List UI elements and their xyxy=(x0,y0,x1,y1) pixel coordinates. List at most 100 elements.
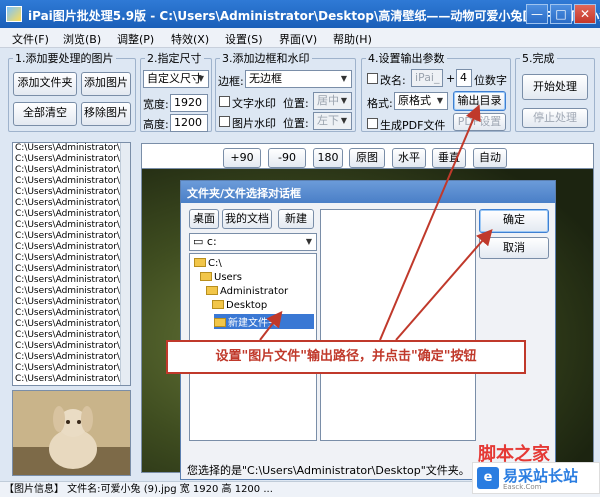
format-select[interactable]: 原格式 ▼ xyxy=(394,92,448,110)
size-mode-select[interactable]: 自定义尺寸 ▼ xyxy=(143,70,209,88)
rename-checkbox[interactable] xyxy=(367,73,378,84)
file-list-item[interactable]: C:\Users\Administrator\D xyxy=(13,253,130,264)
instruction-callout: 设置"图片文件"输出路径，并点击"确定"按钮 xyxy=(166,340,526,374)
rename-prefix-input[interactable]: iPai_ xyxy=(411,69,443,87)
rabbit-thumbnail xyxy=(13,391,130,475)
digits-input[interactable]: 4 xyxy=(456,69,472,87)
menu-view[interactable]: 界面(V) xyxy=(279,31,317,47)
tree-node-administrator[interactable]: Administrator xyxy=(206,286,288,297)
file-list-item[interactable]: C:\Users\Administrator\D xyxy=(13,352,130,363)
border-value: 无边框 xyxy=(249,72,282,85)
menu-browse[interactable]: 浏览(B) xyxy=(63,31,101,47)
file-list-item[interactable]: C:\Users\Administrator\D xyxy=(13,154,130,165)
tree-node-drive[interactable]: C:\ xyxy=(194,258,222,269)
file-list-item[interactable]: C:\Users\Administrator\D xyxy=(13,187,130,198)
menu-help[interactable]: 帮助(H) xyxy=(333,31,372,47)
auto-button[interactable]: 自动 xyxy=(473,148,507,168)
file-list-item[interactable]: C:\Users\Administrator\D xyxy=(13,286,130,297)
start-button[interactable]: 开始处理 xyxy=(522,74,588,100)
make-pdf-checkbox[interactable] xyxy=(367,118,378,129)
file-list-item[interactable]: C:\Users\Administrator\D xyxy=(13,330,130,341)
file-list-item[interactable]: C:\Users\Administrator\D xyxy=(13,242,130,253)
chevron-down-icon: ▼ xyxy=(340,74,348,83)
add-image-button[interactable]: 添加图片 xyxy=(81,72,131,96)
text-position-value: 居中 xyxy=(317,94,339,107)
file-list-item[interactable]: C:\Users\Administrator\D xyxy=(13,264,130,275)
file-list-item[interactable]: C:\Users\Administrator\D xyxy=(13,275,130,286)
folder-select-dialog: 文件夹/文件选择对话框 桌面 我的文档 新建 ▭ c: ▼ C:\ Users … xyxy=(180,180,556,480)
output-dir-button[interactable]: 输出目录 xyxy=(453,91,506,111)
menu-settings[interactable]: 设置(S) xyxy=(225,31,263,47)
chevron-down-icon: ▼ xyxy=(340,96,348,105)
file-list-item[interactable]: C:\Users\Administrator\D xyxy=(13,374,130,385)
width-input[interactable]: 1920 xyxy=(170,94,208,112)
add-folder-button[interactable]: 添加文件夹 xyxy=(13,72,77,96)
border-select[interactable]: 无边框 ▼ xyxy=(245,70,352,88)
menu-file[interactable]: 文件(F) xyxy=(12,31,49,47)
flip-horizontal-button[interactable]: 水平 xyxy=(392,148,426,168)
tree-node-users[interactable]: Users xyxy=(200,272,242,283)
file-list-item[interactable]: C:\Users\Administrator\D xyxy=(13,143,130,154)
file-list-item[interactable]: C:\Users\Administrator\D xyxy=(13,363,130,374)
file-list-item[interactable]: C:\Users\Administrator\D xyxy=(13,319,130,330)
file-list-item[interactable]: C:\Users\Administrator\D xyxy=(13,297,130,308)
border-label: 边框: xyxy=(218,75,244,88)
file-list-item[interactable]: C:\Users\Administrator\D xyxy=(13,308,130,319)
file-list-item[interactable]: C:\Users\Administrator\D xyxy=(13,165,130,176)
file-list-item[interactable]: C:\Users\Administrator\D xyxy=(13,220,130,231)
window-title: iPai图片批处理5.9版 - C:\Users\Administrator\D… xyxy=(28,9,600,23)
tree-node-desktop[interactable]: Desktop xyxy=(212,300,267,311)
text-position-select[interactable]: 居中 ▼ xyxy=(313,92,352,110)
close-button[interactable]: ✕ xyxy=(574,4,596,24)
menu-effects[interactable]: 特效(X) xyxy=(171,31,209,47)
width-label: 宽度: xyxy=(143,98,169,111)
format-label: 格式: xyxy=(367,97,393,110)
chevron-down-icon: ▼ xyxy=(340,116,348,125)
image-position-label: 位置: xyxy=(283,117,309,130)
file-list-item[interactable]: C:\Users\Administrator\D xyxy=(13,231,130,242)
file-list-item[interactable]: C:\Users\Administrator\D xyxy=(13,198,130,209)
text-position-label: 位置: xyxy=(283,97,309,110)
maximize-button[interactable]: □ xyxy=(550,4,572,24)
format-value: 原格式 xyxy=(398,94,431,107)
menu-adjust[interactable]: 调整(P) xyxy=(117,31,154,47)
dialog-title: 文件夹/文件选择对话框 xyxy=(181,181,555,203)
rotate-180-button[interactable]: 180 xyxy=(313,148,343,168)
group-border-watermark-title: 3.添加边框和水印 xyxy=(222,52,310,65)
folder-icon xyxy=(214,318,226,327)
rotate-cw-button[interactable]: +90 xyxy=(223,148,261,168)
desktop-button[interactable]: 桌面 xyxy=(189,209,219,229)
image-watermark-label: 图片水印 xyxy=(232,117,276,130)
minimize-button[interactable]: — xyxy=(526,4,548,24)
folder-icon xyxy=(206,286,218,295)
drive-select[interactable]: ▭ c: ▼ xyxy=(189,233,317,251)
pdf-settings-button[interactable]: PDF设置 xyxy=(453,113,506,131)
clear-all-button[interactable]: 全部清空 xyxy=(13,102,77,126)
file-list-scrollbar[interactable] xyxy=(120,143,130,385)
flip-vertical-button[interactable]: 垂直 xyxy=(432,148,466,168)
file-pane[interactable] xyxy=(320,209,476,441)
stop-button[interactable]: 停止处理 xyxy=(522,108,588,128)
text-watermark-checkbox[interactable] xyxy=(219,96,230,107)
file-list-item[interactable]: C:\Users\Administrator\D xyxy=(13,209,130,220)
my-documents-button[interactable]: 我的文档 xyxy=(222,209,272,229)
folder-icon xyxy=(194,258,206,267)
image-position-select[interactable]: 左下 ▼ xyxy=(313,112,352,130)
cancel-button[interactable]: 取消 xyxy=(479,237,549,259)
file-list[interactable]: C:\Users\Administrator\D C:\Users\Adminis… xyxy=(12,142,131,386)
chevron-down-icon: ▼ xyxy=(197,74,205,83)
make-pdf-label: 生成PDF文件 xyxy=(380,119,446,132)
remove-image-button[interactable]: 移除图片 xyxy=(81,102,131,126)
original-button[interactable]: 原图 xyxy=(349,148,385,168)
group-finish-title: 5.完成 xyxy=(522,52,555,65)
new-folder-button[interactable]: 新建 xyxy=(278,209,314,229)
tree-node-new-folder[interactable]: 新建文件夹 xyxy=(214,314,314,329)
rotate-ccw-button[interactable]: -90 xyxy=(268,148,306,168)
file-list-item[interactable]: C:\Users\Administrator\D xyxy=(13,176,130,187)
height-input[interactable]: 1200 xyxy=(170,114,208,132)
group-add-images-title: 1.添加要处理的图片 xyxy=(15,52,114,65)
file-list-item[interactable]: C:\Users\Administrator\D xyxy=(13,341,130,352)
thumbnail-preview xyxy=(12,390,131,476)
image-watermark-checkbox[interactable] xyxy=(219,116,230,127)
ok-button[interactable]: 确定 xyxy=(479,209,549,233)
